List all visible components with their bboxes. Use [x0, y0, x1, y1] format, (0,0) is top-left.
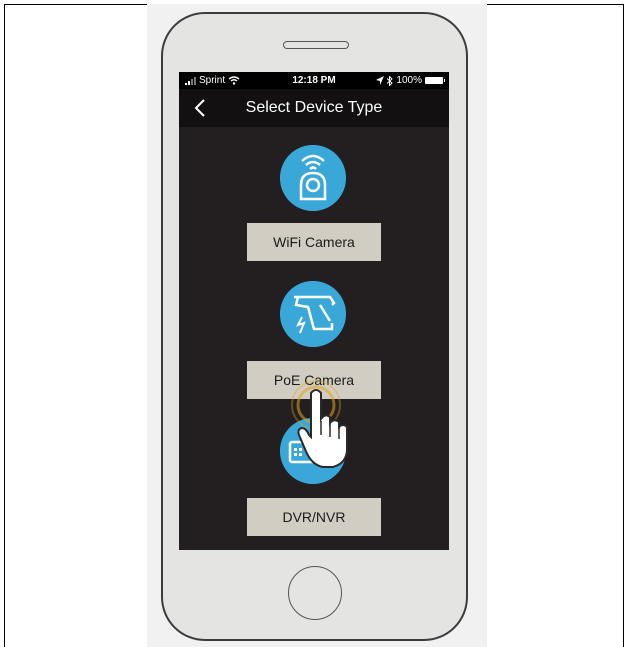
page-title: Select Device Type: [245, 99, 383, 116]
battery-percent: 100%: [396, 75, 422, 86]
navigation-bar: Select Device Type: [179, 89, 449, 127]
phone-speaker: [283, 41, 349, 49]
tap-hand-icon: [291, 380, 348, 468]
phone-screen: Sprint 12:18 PM 100% Select Device Type: [179, 72, 449, 550]
home-button[interactable]: [288, 566, 342, 620]
status-bar: Sprint 12:18 PM 100%: [179, 72, 449, 89]
battery-icon: [425, 77, 445, 84]
wifi-camera-button[interactable]: WiFi Camera: [247, 223, 381, 261]
location-arrow-icon: [376, 76, 385, 85]
cctv-camera-icon[interactable]: [280, 281, 346, 347]
status-right: 100%: [376, 75, 445, 86]
bluetooth-icon: [387, 75, 394, 86]
wifi-camera-icon[interactable]: [280, 145, 346, 211]
dvr-nvr-button[interactable]: DVR/NVR: [247, 498, 381, 536]
